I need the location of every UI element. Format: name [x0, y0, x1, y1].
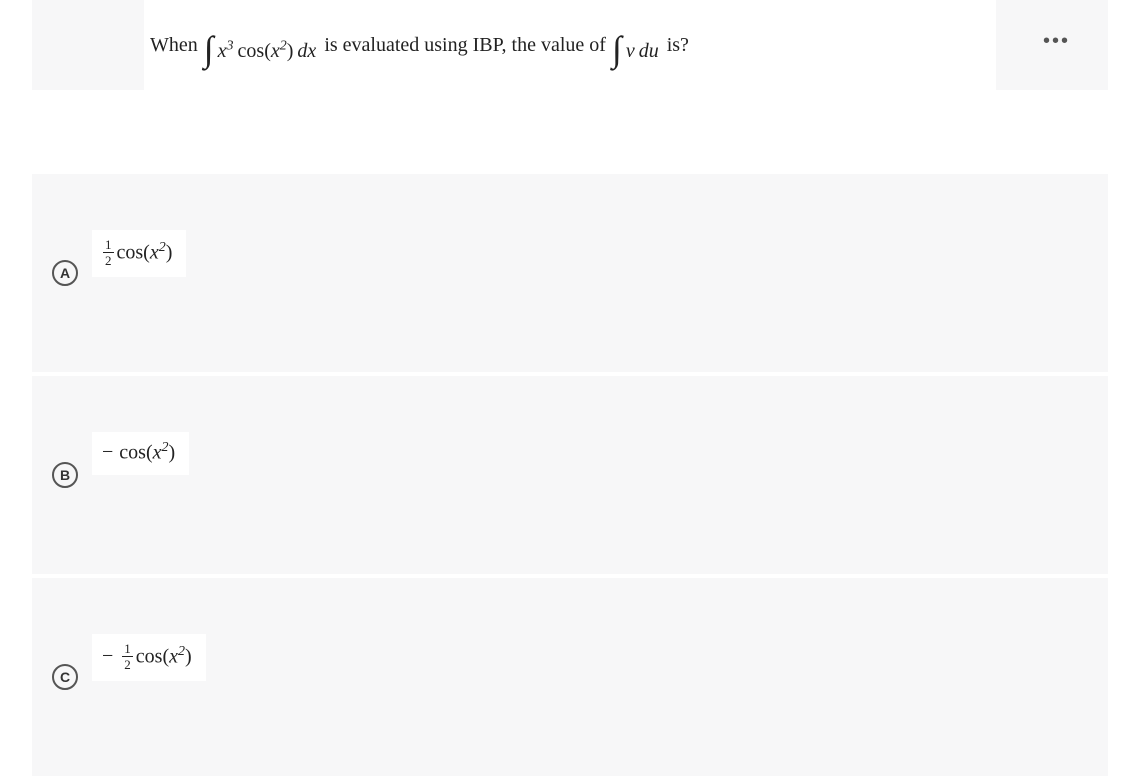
choice-a[interactable]: A 12 cos(x2) [32, 174, 1108, 372]
question-prefix: When [150, 34, 198, 57]
question-vdu: ∫vdu [606, 24, 659, 66]
choice-letter-b: B [52, 462, 78, 488]
question-row: When ∫x3cos(x2)dx is evaluated using IBP… [32, 0, 1108, 90]
question-left-gutter [32, 0, 144, 90]
choice-letter-c: C [52, 664, 78, 690]
quiz-container: When ∫x3cos(x2)dx is evaluated using IBP… [0, 0, 1122, 776]
choice-letter-a: A [52, 260, 78, 286]
question-mid: is evaluated using IBP, the value of [324, 34, 606, 57]
choice-expr-b: − cos(x2) [92, 432, 189, 475]
choice-b[interactable]: B − cos(x2) [32, 376, 1108, 574]
question-integral: ∫x3cos(x2)dx [198, 24, 317, 66]
choice-expr-a: 12 cos(x2) [92, 230, 186, 277]
question-right-gutter: ••• [996, 0, 1108, 90]
question-text: When ∫x3cos(x2)dx is evaluated using IBP… [144, 0, 996, 90]
choice-c[interactable]: C − 12 cos(x2) [32, 578, 1108, 776]
choice-expr-c: − 12 cos(x2) [92, 634, 206, 681]
question-suffix: is? [667, 34, 689, 57]
more-icon[interactable]: ••• [1043, 30, 1070, 53]
choices-list: A 12 cos(x2) B − cos(x2) C − 12 cos(x2) [0, 174, 1122, 776]
